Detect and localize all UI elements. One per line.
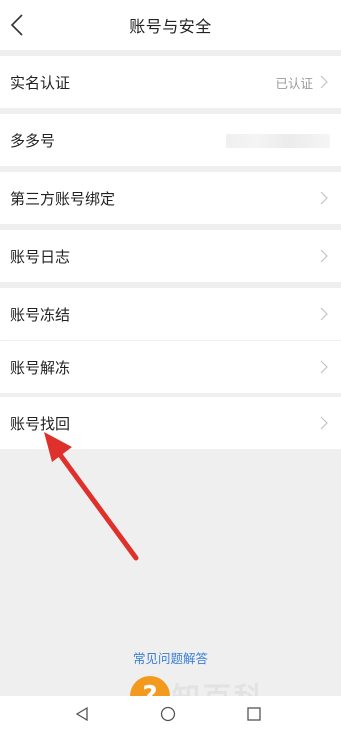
- row-label: 实名认证: [10, 73, 71, 92]
- chevron-right-icon: [320, 249, 328, 263]
- page-title: 账号与安全: [129, 17, 212, 36]
- chevron-right-icon: [320, 307, 328, 321]
- system-nav-bar: [0, 696, 341, 733]
- nav-recents-icon[interactable]: [246, 706, 262, 722]
- row-account-freeze[interactable]: 账号冻结: [0, 288, 341, 340]
- chevron-right-icon: [320, 416, 328, 430]
- row-real-name-verification[interactable]: 实名认证 已认证: [0, 56, 341, 108]
- row-account-unfreeze[interactable]: 账号解冻: [0, 341, 341, 393]
- chevron-right-icon: [320, 191, 328, 205]
- top-bar: 账号与安全: [0, 0, 341, 50]
- nav-home-icon[interactable]: [160, 706, 176, 722]
- nav-back-icon[interactable]: [74, 706, 90, 722]
- row-third-party-binding[interactable]: 第三方账号绑定: [0, 172, 341, 224]
- faq-link[interactable]: 常见问题解答: [0, 648, 341, 667]
- row-label: 账号冻结: [10, 305, 71, 324]
- row-account-log[interactable]: 账号日志: [0, 230, 341, 282]
- row-label: 账号找回: [10, 414, 71, 433]
- row-label: 账号日志: [10, 247, 71, 266]
- row-label: 第三方账号绑定: [10, 189, 116, 208]
- verified-status: 已认证: [275, 75, 313, 91]
- back-chevron-icon[interactable]: [8, 13, 28, 37]
- row-duoduo-id[interactable]: 多多号: [0, 114, 341, 166]
- chevron-right-icon: [320, 360, 328, 374]
- row-account-recovery[interactable]: 账号找回: [0, 397, 341, 449]
- chevron-right-icon: [320, 75, 328, 89]
- row-label: 账号解冻: [10, 358, 71, 377]
- blurred-account-id: [226, 134, 330, 148]
